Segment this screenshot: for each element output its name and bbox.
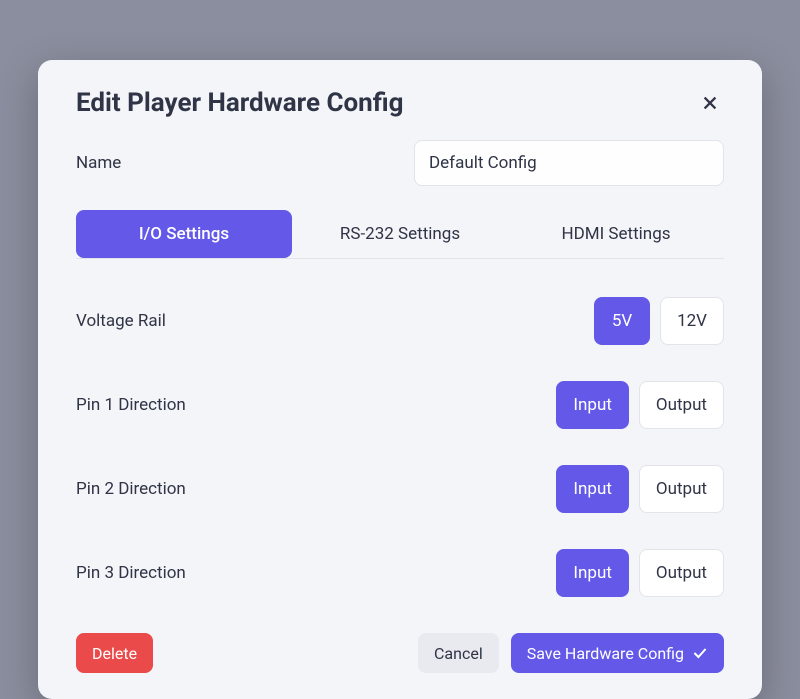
pin-1-input-button[interactable]: Input xyxy=(556,381,629,429)
voltage-rail-row: Voltage Rail 5V 12V xyxy=(76,279,724,363)
voltage-5v-button[interactable]: 5V xyxy=(594,297,650,345)
pin-2-toggle-group: Input Output xyxy=(556,465,724,513)
tab-io-settings[interactable]: I/O Settings xyxy=(76,210,292,258)
pin-1-direction-row: Pin 1 Direction Input Output xyxy=(76,363,724,447)
modal-footer: Delete Cancel Save Hardware Config xyxy=(76,633,724,673)
tab-label: RS-232 Settings xyxy=(340,224,460,244)
pin-2-direction-label: Pin 2 Direction xyxy=(76,479,186,499)
pin-3-toggle-group: Input Output xyxy=(556,549,724,597)
pin-1-direction-label: Pin 1 Direction xyxy=(76,395,186,415)
tab-rs232-settings[interactable]: RS-232 Settings xyxy=(292,210,508,258)
pin-1-output-button[interactable]: Output xyxy=(639,381,724,429)
pin-3-direction-label: Pin 3 Direction xyxy=(76,563,186,583)
edit-hardware-config-modal: Edit Player Hardware Config Name I/O Set… xyxy=(38,60,762,699)
footer-right: Cancel Save Hardware Config xyxy=(418,633,724,673)
name-row: Name xyxy=(76,140,724,186)
delete-label: Delete xyxy=(92,644,137,663)
tab-label: I/O Settings xyxy=(139,224,229,244)
close-icon xyxy=(701,94,719,112)
tab-label: HDMI Settings xyxy=(561,224,670,244)
voltage-rail-label: Voltage Rail xyxy=(76,311,166,331)
close-button[interactable] xyxy=(696,89,724,117)
tab-bar: I/O Settings RS-232 Settings HDMI Settin… xyxy=(76,210,724,259)
pin-1-toggle-group: Input Output xyxy=(556,381,724,429)
voltage-12v-button[interactable]: 12V xyxy=(660,297,724,345)
modal-header: Edit Player Hardware Config xyxy=(76,88,724,118)
config-name-input[interactable] xyxy=(414,140,724,186)
cancel-button[interactable]: Cancel xyxy=(418,633,499,673)
voltage-rail-toggle-group: 5V 12V xyxy=(594,297,724,345)
save-label: Save Hardware Config xyxy=(527,644,684,663)
check-icon xyxy=(692,646,708,660)
pin-3-output-button[interactable]: Output xyxy=(639,549,724,597)
modal-title: Edit Player Hardware Config xyxy=(76,88,403,118)
delete-button[interactable]: Delete xyxy=(76,633,153,673)
pin-2-input-button[interactable]: Input xyxy=(556,465,629,513)
name-label: Name xyxy=(76,153,121,173)
pin-2-direction-row: Pin 2 Direction Input Output xyxy=(76,447,724,531)
tab-hdmi-settings[interactable]: HDMI Settings xyxy=(508,210,724,258)
save-button[interactable]: Save Hardware Config xyxy=(511,633,724,673)
pin-3-input-button[interactable]: Input xyxy=(556,549,629,597)
cancel-label: Cancel xyxy=(434,644,483,663)
pin-2-output-button[interactable]: Output xyxy=(639,465,724,513)
pin-3-direction-row: Pin 3 Direction Input Output xyxy=(76,531,724,615)
